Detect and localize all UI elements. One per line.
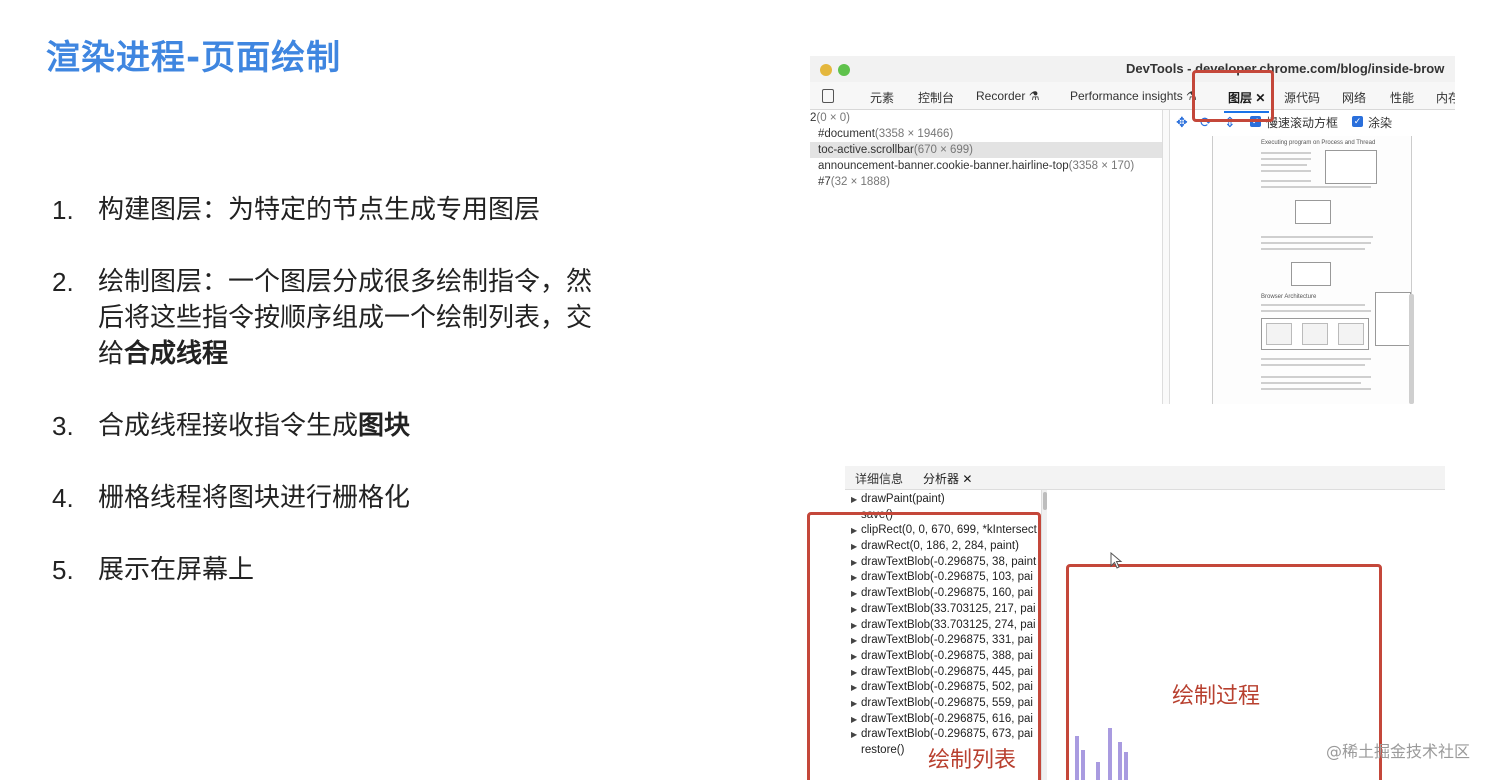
step-text-bold: 图块 bbox=[358, 411, 411, 441]
layer-name: #document bbox=[818, 128, 875, 140]
step-text: 构建图层：为特定的节点生成专用图层 bbox=[98, 192, 592, 228]
tab-performance[interactable]: 性能 bbox=[1390, 89, 1414, 106]
step-text-plain: 合成线程接收指令生成 bbox=[98, 411, 359, 441]
paint-command-item[interactable]: ▶ drawPaint(paint) bbox=[845, 492, 1041, 508]
device-toolbar-icon[interactable] bbox=[822, 89, 834, 103]
step-item: 3. 合成线程接收指令生成图块 bbox=[52, 408, 592, 444]
paint-command-text: drawPaint(paint) bbox=[861, 493, 945, 505]
preview-figure bbox=[1295, 200, 1331, 224]
step-number: 2. bbox=[52, 267, 74, 297]
layer-tree-item[interactable]: toc-active.scrollbar(670 × 699) bbox=[810, 142, 1162, 158]
step-number: 1. bbox=[52, 195, 74, 225]
tab-sources[interactable]: 源代码 bbox=[1284, 89, 1320, 106]
layer-preview: Executing program on Process and Thread … bbox=[1212, 136, 1412, 404]
tab-details[interactable]: 详细信息 bbox=[855, 470, 903, 487]
layer-name: #7 bbox=[818, 176, 831, 188]
draw-list-label: 绘制列表 bbox=[928, 748, 1017, 773]
step-text-plain: 构建图层：为特定的节点生成专用图层 bbox=[98, 195, 541, 225]
preview-heading-2: Browser Architecture bbox=[1261, 294, 1317, 300]
step-item: 5. 展示在屏幕上 bbox=[52, 552, 592, 588]
step-item: 4. 栅格线程将图块进行栅格化 bbox=[52, 480, 592, 516]
step-number: 3. bbox=[52, 411, 74, 441]
step-item: 1. 构建图层：为特定的节点生成专用图层 bbox=[52, 192, 592, 228]
preview-figure bbox=[1291, 262, 1331, 286]
layer-name: toc-active.scrollbar bbox=[818, 144, 914, 156]
watermark: @稀土掘金技术社区 bbox=[1326, 742, 1471, 761]
draw-process-label: 绘制过程 bbox=[1172, 684, 1261, 709]
command-list-scrollbar[interactable] bbox=[1041, 490, 1047, 780]
layer-dimensions: (32 × 1888) bbox=[830, 176, 890, 188]
panel-splitter[interactable] bbox=[1162, 110, 1170, 404]
step-number: 5. bbox=[52, 555, 74, 585]
tab-console[interactable]: 控制台 bbox=[918, 89, 954, 106]
maximize-button[interactable] bbox=[838, 64, 850, 76]
layer-tree-item[interactable]: 2(0 × 0) bbox=[810, 110, 1162, 126]
layer-dimensions: (3358 × 19466) bbox=[874, 128, 954, 140]
devtools-window-title: DevTools - developer.chrome.com/blog/ins… bbox=[1126, 61, 1445, 76]
step-number: 4. bbox=[52, 483, 74, 513]
layer-tree-item[interactable]: announcement-banner.cookie-banner.hairli… bbox=[810, 158, 1162, 174]
step-text: 栅格线程将图块进行栅格化 bbox=[98, 480, 592, 516]
mouse-cursor-icon bbox=[1110, 552, 1123, 569]
slide-title: 渲染进程-页面绘制 bbox=[46, 38, 342, 78]
preview-figure bbox=[1261, 318, 1369, 350]
move-icon[interactable]: ✥ bbox=[1176, 114, 1188, 131]
paints-checkbox[interactable]: ✓ bbox=[1352, 116, 1363, 127]
preview-figure bbox=[1375, 292, 1411, 346]
step-text: 展示在屏幕上 bbox=[98, 552, 592, 588]
paints-label: 涂染 bbox=[1368, 116, 1393, 130]
step-text: 合成线程接收指令生成图块 bbox=[98, 408, 592, 444]
draw-list-highlight bbox=[807, 512, 1041, 780]
minimize-button[interactable] bbox=[820, 64, 832, 76]
layer-dimensions: (670 × 699) bbox=[913, 144, 974, 156]
step-text-bold: 合成线程 bbox=[124, 339, 229, 369]
layer-name: announcement-banner.cookie-banner.hairli… bbox=[818, 160, 1069, 172]
step-text: 绘制图层：一个图层分成很多绘制指令，然后将这些指令按顺序组成一个绘制列表，交给合… bbox=[98, 264, 592, 372]
preview-figure bbox=[1325, 150, 1377, 184]
slow-scroll-label: 慢速滚动方框 bbox=[1266, 116, 1339, 130]
profiler-tabbar: 详细信息 分析器 ✕ bbox=[845, 466, 1445, 490]
tab-performance-insights[interactable]: Performance insights ⚗ bbox=[1070, 89, 1197, 103]
tab-network[interactable]: 网络 bbox=[1342, 89, 1366, 106]
layers-tab-highlight bbox=[1192, 70, 1274, 122]
preview-scrollbar[interactable] bbox=[1409, 294, 1414, 404]
layer-dimensions: (0 × 0) bbox=[816, 112, 850, 124]
tab-memory[interactable]: 内存 bbox=[1436, 89, 1455, 106]
step-text-plain: 展示在屏幕上 bbox=[98, 555, 255, 585]
layer-tree-item[interactable]: #document(3358 × 19466) bbox=[810, 126, 1162, 142]
tab-elements[interactable]: 元素 bbox=[870, 89, 894, 106]
preview-heading-1: Executing program on Process and Thread bbox=[1261, 140, 1376, 146]
step-text-plain: 栅格线程将图块进行栅格化 bbox=[98, 483, 411, 513]
devtools-tabbar: 元素 控制台 Recorder ⚗ Performance insights ⚗… bbox=[810, 82, 1455, 113]
devtools-titlebar: DevTools - developer.chrome.com/blog/ins… bbox=[810, 56, 1455, 82]
layer-tree-item[interactable]: #7(32 × 1888) bbox=[810, 174, 1162, 190]
step-item: 2. 绘制图层：一个图层分成很多绘制指令，然后将这些指令按顺序组成一个绘制列表，交… bbox=[52, 264, 592, 372]
tab-analyzer[interactable]: 分析器 ✕ bbox=[923, 470, 972, 487]
devtools-window: DevTools - developer.chrome.com/blog/ins… bbox=[810, 56, 1455, 404]
layer-tree: 2(0 × 0) #document(3358 × 19466) toc-activ… bbox=[810, 110, 1162, 404]
layer-dimensions: (3358 × 170) bbox=[1068, 160, 1135, 172]
tab-recorder[interactable]: Recorder ⚗ bbox=[976, 89, 1039, 103]
expand-triangle-icon[interactable]: ▶ bbox=[851, 492, 857, 508]
steps-list: 1. 构建图层：为特定的节点生成专用图层 2. 绘制图层：一个图层分成很多绘制指令，然… bbox=[52, 192, 592, 624]
